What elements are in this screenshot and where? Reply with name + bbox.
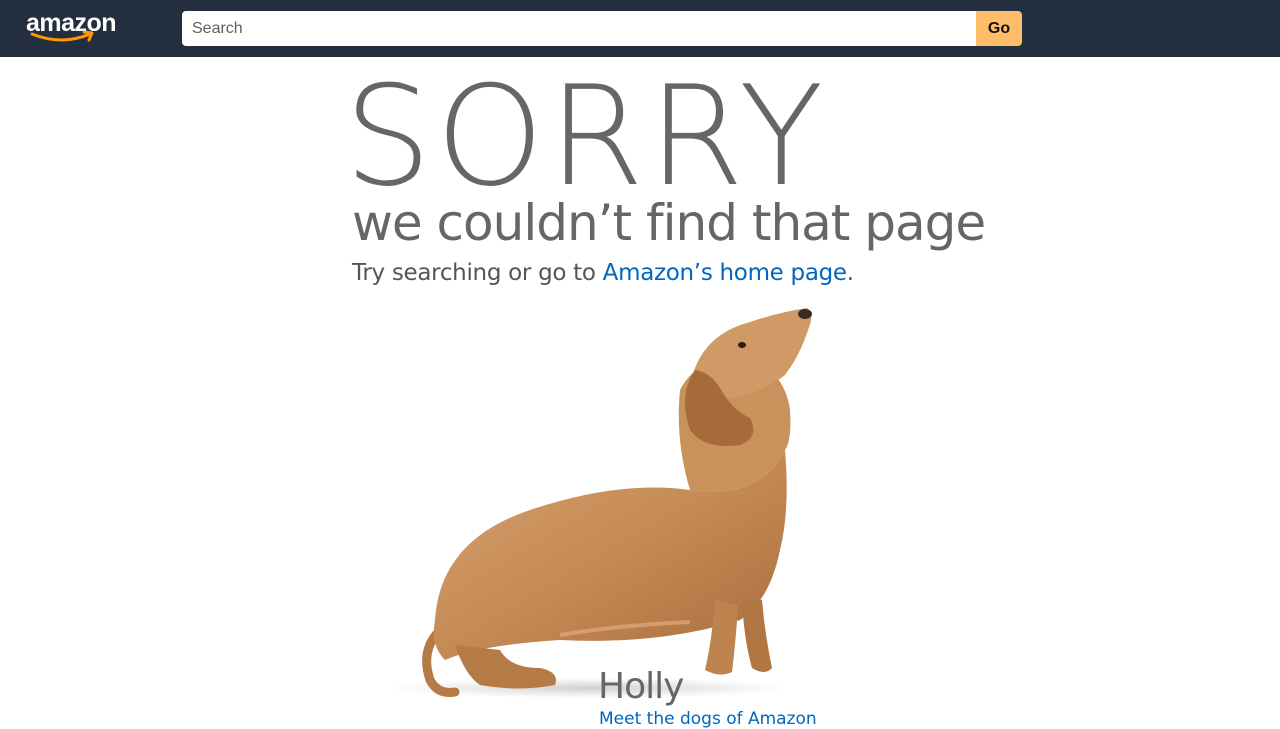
try-searching-text: Try searching or go to Amazon’s home pag… [352,260,854,286]
sorry-headline: SORRY [344,56,828,217]
dog-name: Holly [598,666,684,707]
meet-the-dogs-link[interactable]: Meet the dogs of Amazon [599,709,817,729]
top-navigation-bar: amazon Go [0,0,1280,57]
go-button[interactable]: Go [976,11,1022,46]
smile-arrow-icon [30,30,94,42]
not-found-message: we couldn’t find that page [352,194,986,252]
amazon-logo[interactable]: amazon [26,8,136,48]
search-bar: Go [182,11,1022,46]
dachshund-illustration [390,308,812,698]
amazon-home-page-link[interactable]: Amazon’s home page [603,260,847,286]
search-input[interactable] [182,11,976,46]
try-suffix: . [846,260,854,286]
try-prefix: Try searching or go to [352,260,603,286]
dog-image [360,300,840,710]
